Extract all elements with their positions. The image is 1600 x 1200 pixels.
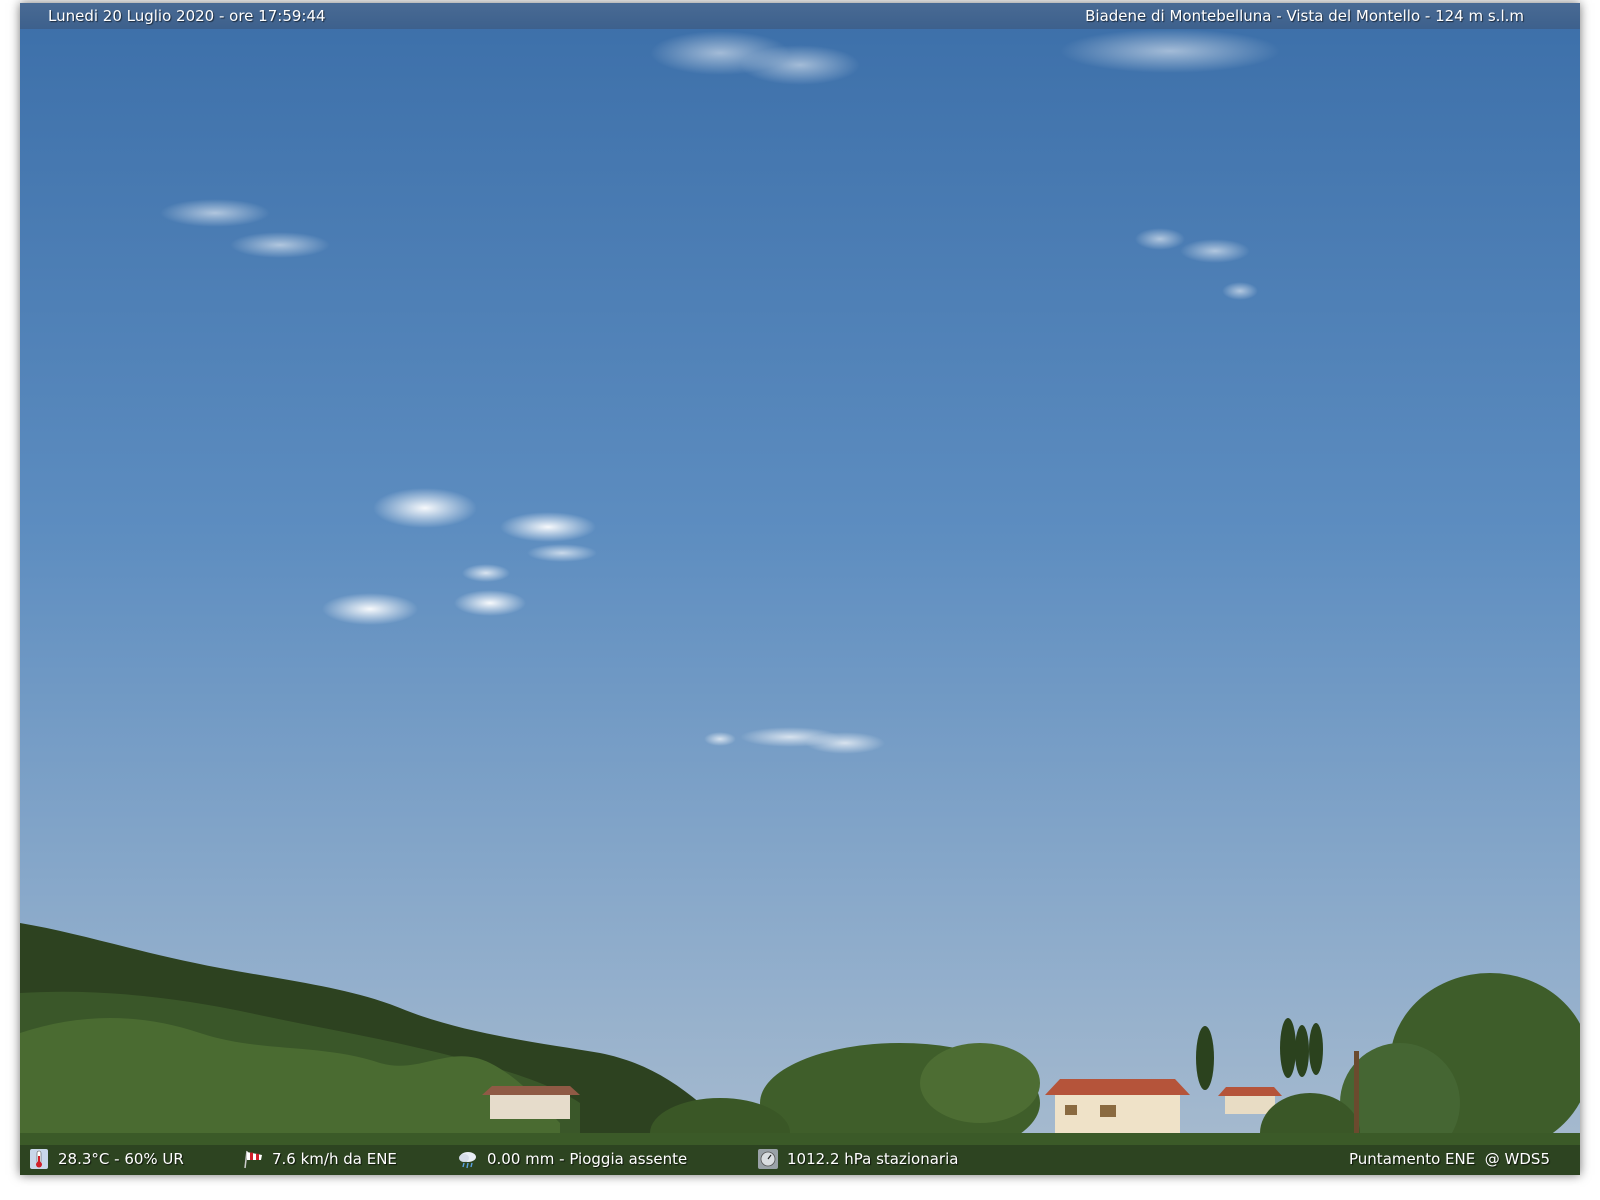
rain-reading: 0.00 mm - Pioggia assente <box>457 1147 687 1171</box>
pointing-reading: Puntamento ENE @ WDS5 <box>1349 1147 1550 1171</box>
pressure-text: 1012.2 hPa stazionaria <box>787 1150 959 1168</box>
barometer-icon <box>758 1149 778 1169</box>
temperature-text: 28.3°C - 60% UR <box>58 1150 184 1168</box>
cloud-top-right <box>1060 29 1280 73</box>
wind-reading: 7.6 km/h da ENE <box>242 1147 397 1171</box>
windsock-icon <box>244 1150 262 1169</box>
house-center <box>1045 1079 1190 1135</box>
wind-text: 7.6 km/h da ENE <box>272 1150 397 1168</box>
temperature-reading: 28.3°C - 60% UR <box>28 1147 184 1171</box>
rain-text: 0.00 mm - Pioggia assente <box>487 1150 688 1168</box>
datetime-label: Lunedi 20 Luglio 2020 - ore 17:59:44 <box>48 7 326 25</box>
rain-cloud-icon <box>459 1152 476 1169</box>
pointing-text: Puntamento ENE @ WDS5 <box>1349 1150 1550 1168</box>
webcam-frame: Lunedi 20 Luglio 2020 - ore 17:59:44 Bia… <box>20 3 1580 1175</box>
house-left <box>482 1086 580 1119</box>
webcam-image <box>20 3 1580 1175</box>
pressure-reading: 1012.2 hPa stazionaria <box>757 1147 958 1171</box>
thermometer-icon <box>30 1149 48 1169</box>
location-label: Biadene di Montebelluna - Vista del Mont… <box>1085 7 1524 25</box>
